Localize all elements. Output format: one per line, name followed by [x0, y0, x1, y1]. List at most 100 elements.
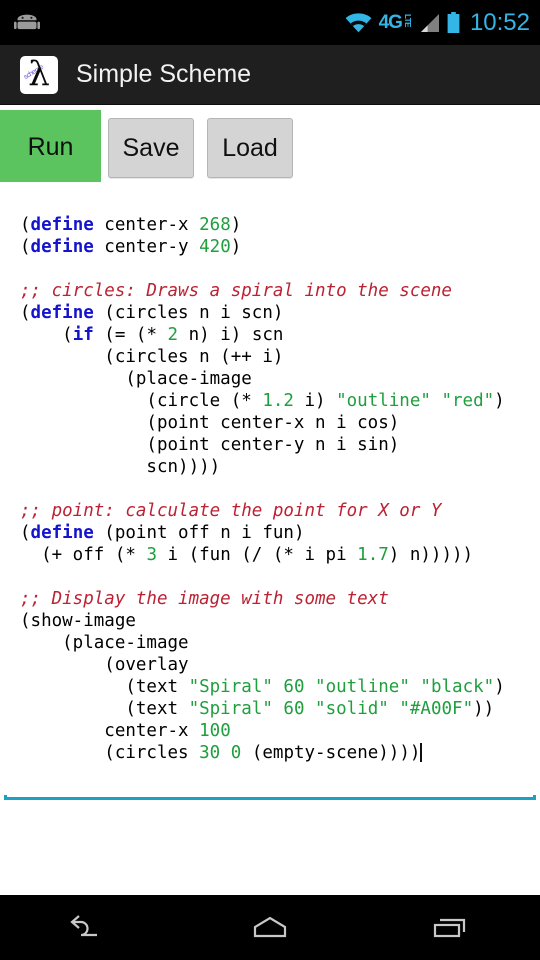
code-token: "black" [420, 677, 495, 697]
code-line: (+ off (* 3 i (fun (/ (* i pi 1.7) n))))… [20, 544, 505, 566]
code-token: ) [494, 677, 505, 697]
code-token: 3 [146, 545, 157, 565]
code-token: (circles n (++ i) [20, 347, 284, 367]
wifi-icon [345, 12, 371, 32]
code-token: ) [230, 237, 242, 257]
load-button[interactable]: Load [207, 118, 293, 178]
code-token: n) i) scn [178, 325, 284, 345]
code-line: (define (point off n i fun) [20, 522, 505, 544]
code-token: define [30, 215, 94, 235]
code-token: 60 [283, 677, 305, 697]
code-token: "#A00F" [399, 699, 474, 719]
code-token: "solid" [315, 699, 389, 719]
text-cursor [420, 743, 423, 762]
android-robot-icon [14, 14, 40, 29]
action-bar: scheme λ Simple Scheme [0, 45, 540, 105]
status-bar-right: 4G LTE 10:52 [345, 10, 530, 35]
save-button[interactable]: Save [108, 118, 194, 178]
code-token: "outline" [315, 677, 410, 697]
code-token: ) [230, 215, 242, 235]
code-token: center-y [93, 237, 200, 257]
code-token: (+ off (* [20, 545, 147, 565]
code-line: (show-image [20, 610, 505, 632]
code-line: (point center-x n i cos) [20, 412, 505, 434]
code-token: (place-image [20, 369, 252, 389]
code-line: (define center-y 420) [20, 236, 505, 258]
code-token: ( [20, 523, 31, 543]
home-button[interactable] [215, 895, 325, 960]
code-line: (text "Spiral" 60 "outline" "black") [20, 676, 505, 698]
code-text[interactable]: (define center-x 268) (define center-y 42… [20, 214, 505, 764]
code-token: (circles n i scn) [93, 303, 284, 323]
code-token: ( [20, 215, 31, 235]
network-type-sublabel: LTE [402, 14, 412, 28]
editor-focus-underline [4, 795, 536, 800]
code-token: (point center-y n i sin) [20, 435, 400, 455]
code-token: ) n))))) [388, 545, 474, 565]
code-line: (circles 30 0 (empty-scene)))) [20, 742, 505, 764]
code-line: ;; Display the image with some text [20, 588, 505, 610]
code-token: define [30, 303, 94, 323]
code-line: ;; circles: Draws a spiral into the scen… [20, 280, 505, 302]
home-icon [253, 916, 287, 937]
app-logo-lambda-icon: scheme λ [20, 55, 58, 94]
code-line: ;; point: calculate the point for X or Y [20, 500, 505, 522]
code-line: (define center-x 268) [20, 214, 505, 236]
lambda-glyph: λ [28, 55, 50, 94]
underline-bar [4, 797, 536, 800]
code-line: (circle (* 1.2 i) "outline" "red") [20, 390, 505, 412]
network-type-label: 4G [378, 12, 403, 33]
code-token: (point off n i fun) [93, 523, 305, 543]
code-editor[interactable]: (define center-x 268) (define center-y 42… [0, 182, 540, 800]
code-token: (text [20, 677, 189, 697]
code-token: )) [473, 699, 495, 719]
code-token: (overlay [20, 655, 189, 675]
app-root: 4G LTE 10:52 scheme λ Simple Scheme Run … [0, 0, 540, 960]
code-token: ;; circles: Draws a spiral into the scen… [20, 281, 452, 301]
code-token: i) [293, 391, 337, 411]
recents-button[interactable] [395, 895, 505, 960]
code-token: if [72, 325, 94, 345]
code-line: (place-image [20, 632, 505, 654]
code-token: center-x [20, 721, 200, 741]
battery-full-icon [447, 12, 460, 33]
underline-right-tick [533, 795, 536, 800]
code-line: (place-image [20, 368, 505, 390]
code-token: "outline" [336, 391, 431, 411]
code-token: 1.7 [357, 545, 389, 565]
code-line: (point center-y n i sin) [20, 434, 505, 456]
code-token: define [30, 523, 94, 543]
code-token: (place-image [20, 633, 189, 653]
back-button[interactable] [35, 895, 145, 960]
code-token: (point center-x n i cos) [20, 413, 400, 433]
code-line: (circles n (++ i) [20, 346, 505, 368]
code-token: (circle (* [20, 391, 263, 411]
code-token: 60 [283, 699, 305, 719]
code-token: ( [20, 303, 31, 323]
code-line: center-x 100 [20, 720, 505, 742]
code-token: 1.2 [262, 391, 294, 411]
code-line: (text "Spiral" 60 "solid" "#A00F")) [20, 698, 505, 720]
run-button[interactable]: Run [0, 110, 101, 184]
code-token: scn)))) [20, 457, 221, 477]
code-token: 100 [199, 721, 231, 741]
code-token: (empty-scene)))) [241, 743, 421, 763]
code-token: ( [20, 325, 73, 345]
code-token: 0 [230, 743, 242, 763]
code-token: "red" [441, 391, 495, 411]
code-token: ) [494, 391, 505, 411]
recent-apps-icon [433, 918, 466, 937]
back-arrow-icon [70, 914, 97, 936]
code-token: center-x [93, 215, 200, 235]
code-line: (define (circles n i scn) [20, 302, 505, 324]
editor-toolbar: Run Save Load [0, 106, 540, 184]
system-navigation-bar [0, 895, 540, 960]
